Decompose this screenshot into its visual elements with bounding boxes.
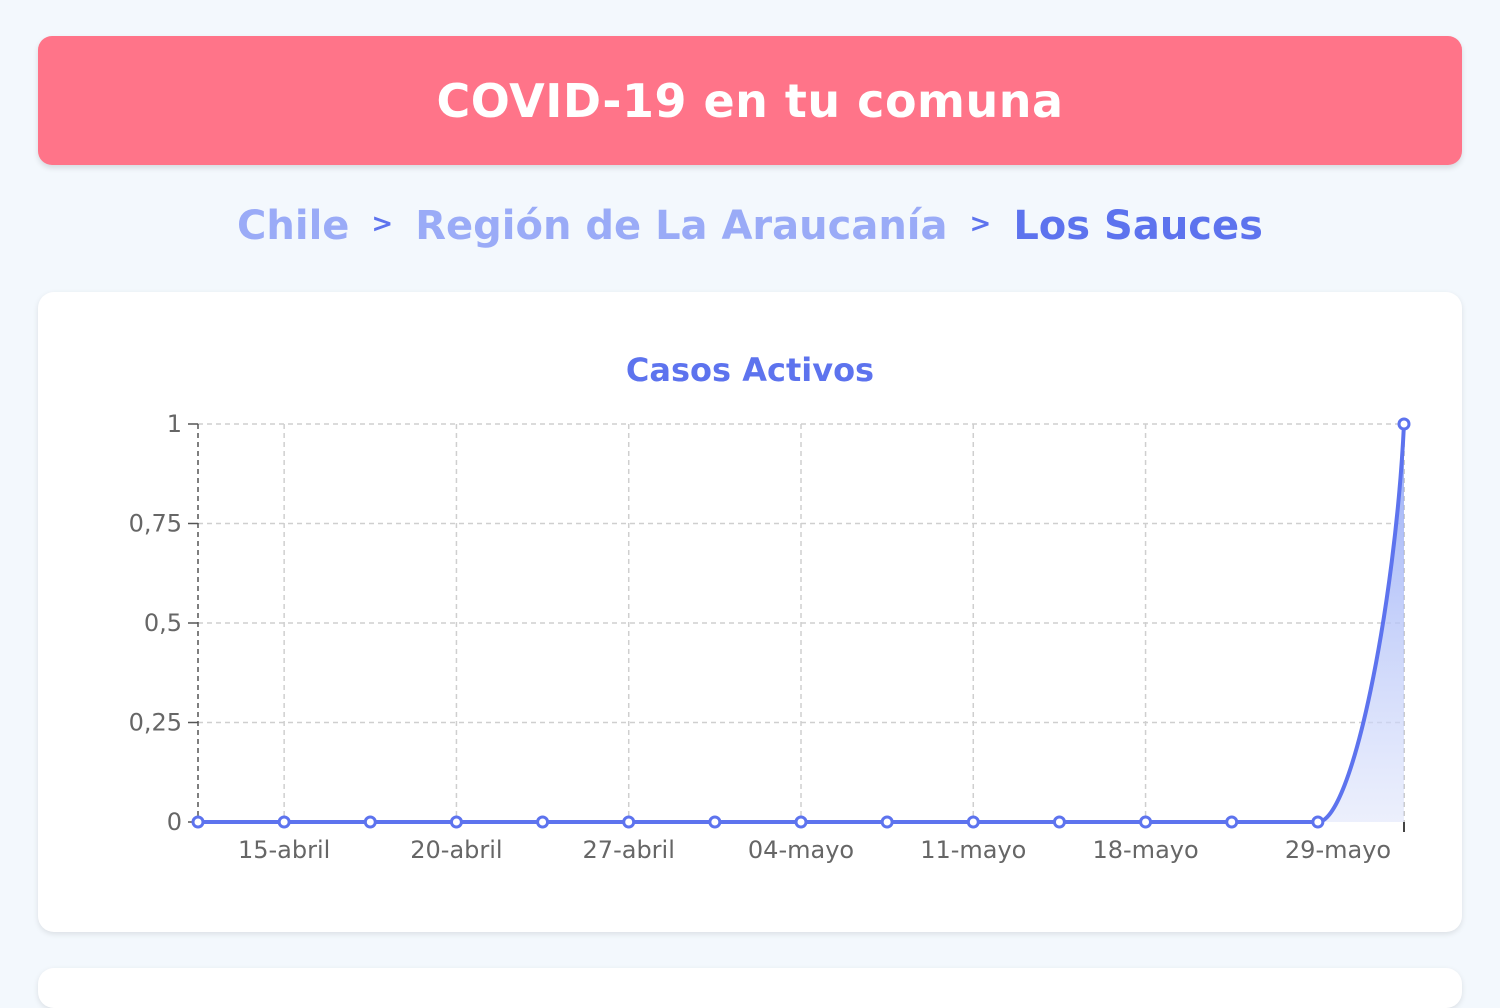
data-point [880, 815, 894, 829]
x-tick-label: 20-abril [410, 836, 502, 864]
x-tick-label: 29-mayo [1285, 836, 1391, 864]
active-cases-chart: Casos Activos 0 0,25 0,5 0,75 1 15-abril 20-ab… [129, 351, 1411, 864]
data-point [1397, 417, 1411, 431]
x-tick-label: 11-mayo [920, 836, 1026, 864]
chart-card: Casos Activos 0 0,25 0,5 0,75 1 15-abril 20-ab… [38, 292, 1462, 932]
data-point [277, 815, 291, 829]
breadcrumb: Chile > Región de La Araucanía > Los Sau… [0, 196, 1500, 256]
x-tick-label: 15-abril [238, 836, 330, 864]
y-tick-label: 0,75 [129, 510, 182, 538]
breadcrumb-country[interactable]: Chile [237, 203, 349, 249]
data-point [794, 815, 808, 829]
y-tick-label: 0,5 [144, 609, 182, 637]
x-tick-label: 27-abril [583, 836, 675, 864]
data-point [1311, 815, 1325, 829]
data-point [449, 815, 463, 829]
x-tick-label: 04-mayo [748, 836, 854, 864]
data-point [622, 815, 636, 829]
header-banner: COVID-19 en tu comuna [38, 36, 1462, 165]
page-title: COVID-19 en tu comuna [436, 73, 1064, 128]
data-point [1139, 815, 1153, 829]
y-tick-label: 1 [167, 410, 182, 438]
next-card [38, 968, 1462, 1008]
y-tick-label: 0,25 [129, 709, 182, 737]
breadcrumb-region[interactable]: Región de La Araucanía [415, 203, 947, 249]
x-tick-label: 18-mayo [1092, 836, 1198, 864]
data-point [1052, 815, 1066, 829]
chart-title: Casos Activos [626, 351, 874, 389]
y-tick-label: 0 [167, 808, 182, 836]
data-point [1225, 815, 1239, 829]
data-point [536, 815, 550, 829]
data-point [708, 815, 722, 829]
data-point [966, 815, 980, 829]
data-point [363, 815, 377, 829]
breadcrumb-commune: Los Sauces [1013, 203, 1263, 249]
breadcrumb-separator: > [371, 209, 394, 239]
data-point [191, 815, 205, 829]
breadcrumb-separator: > [969, 209, 992, 239]
